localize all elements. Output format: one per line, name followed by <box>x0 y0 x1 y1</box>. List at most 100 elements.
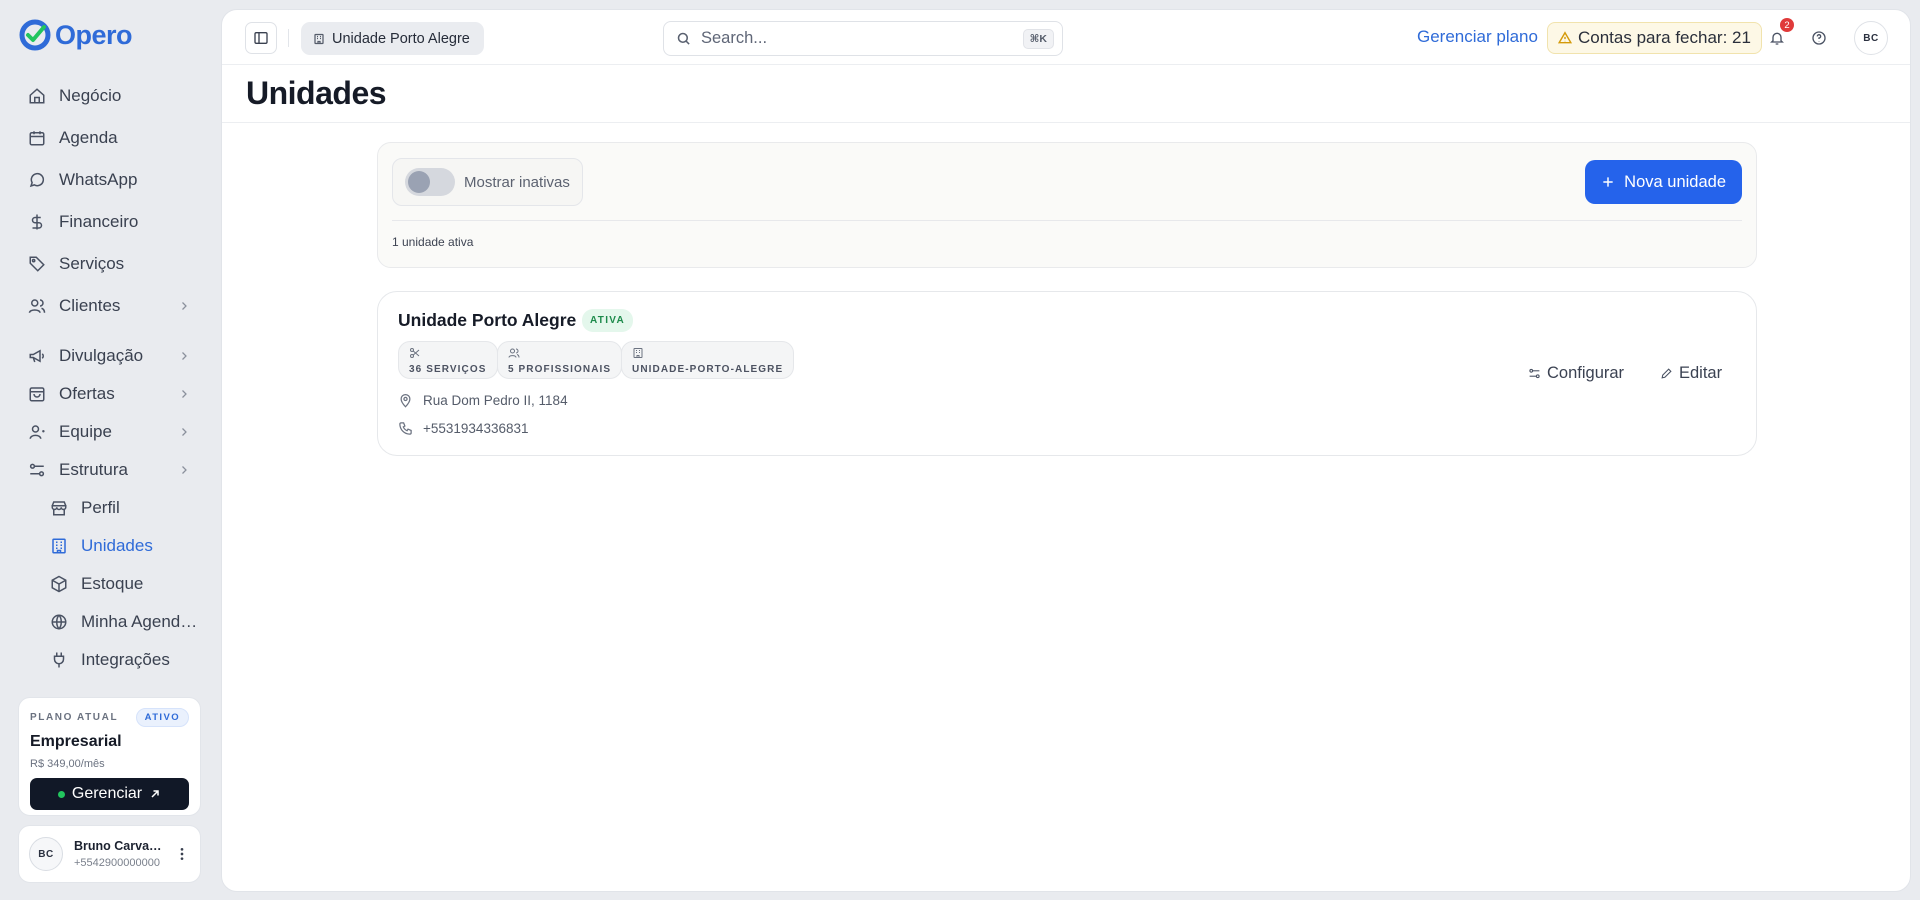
search-input[interactable] <box>701 29 1013 48</box>
new-unit-button[interactable]: Nova unidade <box>1585 160 1742 204</box>
manage-plan-button[interactable]: Gerenciar <box>30 778 189 810</box>
scissors-icon <box>409 347 487 359</box>
sidebar-item-estrutura[interactable]: Estrutura <box>18 453 198 487</box>
sidebar-item-equipe[interactable]: Equipe <box>18 415 198 449</box>
manage-plan-label: Gerenciar <box>71 785 143 802</box>
users-icon <box>28 297 46 315</box>
search-bar[interactable]: ⌘K <box>663 21 1063 56</box>
home-icon <box>28 87 46 105</box>
sidebar-item-label: Financeiro <box>59 212 139 231</box>
building-icon <box>632 347 783 359</box>
sidebar-item-servicos[interactable]: Serviços <box>18 247 198 281</box>
help-button[interactable] <box>1805 24 1833 52</box>
status-badge: ATIVA <box>582 309 634 332</box>
app-name: Opero <box>55 19 133 50</box>
search-icon <box>676 31 691 46</box>
store-icon <box>50 499 68 517</box>
avatar: BC <box>29 837 63 871</box>
tag-icon <box>28 255 46 273</box>
address-text: Rua Dom Pedro II, 1184 <box>423 393 568 408</box>
sidebar-subitem-minha-agenda[interactable]: Minha Agenda Online <box>40 605 198 639</box>
show-inactive-toggle[interactable] <box>405 168 455 196</box>
plan-card: PLANO ATUAL ATIVO Empresarial R$ 349,00/… <box>18 697 201 816</box>
bills-label: Contas para fechar: 21 <box>1578 28 1751 47</box>
sidebar-subitem-integracoes[interactable]: Integrações <box>40 643 198 677</box>
megaphone-icon <box>28 347 46 365</box>
sidebar-item-whatsapp[interactable]: WhatsApp <box>18 163 198 197</box>
edit-label: Editar <box>1679 364 1723 382</box>
bell-icon <box>1769 30 1785 46</box>
configure-button[interactable]: Configurar <box>1528 364 1624 383</box>
building-icon <box>50 537 68 555</box>
phone-text: +5531934336831 <box>423 421 529 436</box>
notification-count-badge: 2 <box>1780 18 1794 32</box>
warning-icon <box>1558 31 1572 45</box>
page-header: Unidades <box>222 65 1910 123</box>
active-units-count: 1 unidade ativa <box>392 235 474 249</box>
sidebar-toggle-button[interactable] <box>245 22 277 54</box>
more-vertical-icon[interactable] <box>174 846 190 862</box>
chevron-right-icon <box>178 350 190 362</box>
logo-icon <box>19 19 51 51</box>
plus-icon <box>1601 175 1615 189</box>
slug-tag: UNIDADE-PORTO-ALEGRE <box>621 341 795 379</box>
users-icon <box>508 347 611 359</box>
dollar-icon <box>28 213 46 231</box>
sidebar-item-label: Unidades <box>81 536 153 555</box>
shopping-bag-icon <box>28 385 46 403</box>
arrow-up-right-icon <box>149 788 161 800</box>
tag-label: UNIDADE-PORTO-ALEGRE <box>632 364 784 375</box>
user-phone: +5542900000000 <box>74 857 160 869</box>
sidebar-item-label: Integrações <box>81 650 170 669</box>
manage-plan-link[interactable]: Gerenciar plano <box>1417 27 1538 47</box>
sidebar-item-ofertas[interactable]: Ofertas <box>18 377 198 411</box>
sidebar-item-agenda[interactable]: Agenda <box>18 121 198 155</box>
bills-to-close-button[interactable]: Contas para fechar: 21 <box>1547 22 1762 54</box>
show-inactive-label: Mostrar inativas <box>464 173 570 191</box>
team-icon <box>28 423 46 441</box>
new-unit-label: Nova unidade <box>1624 172 1726 191</box>
search-shortcut: ⌘K <box>1022 28 1054 49</box>
divider <box>288 29 289 47</box>
status-dot <box>57 790 65 798</box>
calendar-icon <box>28 129 46 147</box>
plan-status-badge: ATIVO <box>135 708 189 727</box>
sidebar-subitem-perfil[interactable]: Perfil <box>40 491 198 525</box>
sidebar-item-clientes[interactable]: Clientes <box>18 289 198 323</box>
map-pin-icon <box>398 393 413 408</box>
settings-sliders-icon <box>1528 367 1541 380</box>
plan-price: R$ 349,00/mês <box>30 758 105 770</box>
notifications-button[interactable]: 2 <box>1763 18 1794 52</box>
user-name: Bruno Carvalho <box>74 839 163 853</box>
unit-phone: +5531934336831 <box>398 421 529 436</box>
pencil-icon <box>1660 367 1673 380</box>
panel-left-icon <box>253 30 269 46</box>
user-avatar-button[interactable]: BC <box>1854 21 1888 55</box>
professionals-tag: 5 PROFISSIONAIS <box>497 341 623 379</box>
sidebar-item-label: Estrutura <box>59 460 128 479</box>
sidebar-item-divulgacao[interactable]: Divulgação <box>18 339 198 373</box>
unit-switcher[interactable]: Unidade Porto Alegre <box>301 22 484 55</box>
sidebar-subitem-estoque[interactable]: Estoque <box>40 567 198 601</box>
app-logo[interactable]: Opero <box>19 18 133 52</box>
user-card[interactable]: BC Bruno Carvalho +5542900000000 <box>18 825 201 883</box>
building-icon <box>313 33 325 45</box>
sidebar-item-label: Clientes <box>59 296 121 315</box>
chevron-right-icon <box>178 426 190 438</box>
chevron-right-icon <box>178 300 190 312</box>
page-title: Unidades <box>246 75 387 111</box>
sidebar-item-financeiro[interactable]: Financeiro <box>18 205 198 239</box>
help-circle-icon <box>1811 30 1827 46</box>
box-icon <box>50 575 68 593</box>
sidebar-item-negocio[interactable]: Negócio <box>18 79 198 113</box>
plan-name: Empresarial <box>30 733 122 750</box>
sidebar-subitem-unidades[interactable]: Unidades <box>40 529 198 563</box>
show-inactive-toggle-wrap[interactable]: Mostrar inativas <box>392 158 583 206</box>
sidebar-item-label: Negócio <box>59 86 122 105</box>
plan-kicker: PLANO ATUAL <box>30 712 119 723</box>
sidebar-item-label: Perfil <box>81 498 120 517</box>
phone-icon <box>398 421 413 436</box>
globe-icon <box>50 613 68 631</box>
edit-button[interactable]: Editar <box>1660 364 1722 383</box>
plug-icon <box>50 651 68 669</box>
